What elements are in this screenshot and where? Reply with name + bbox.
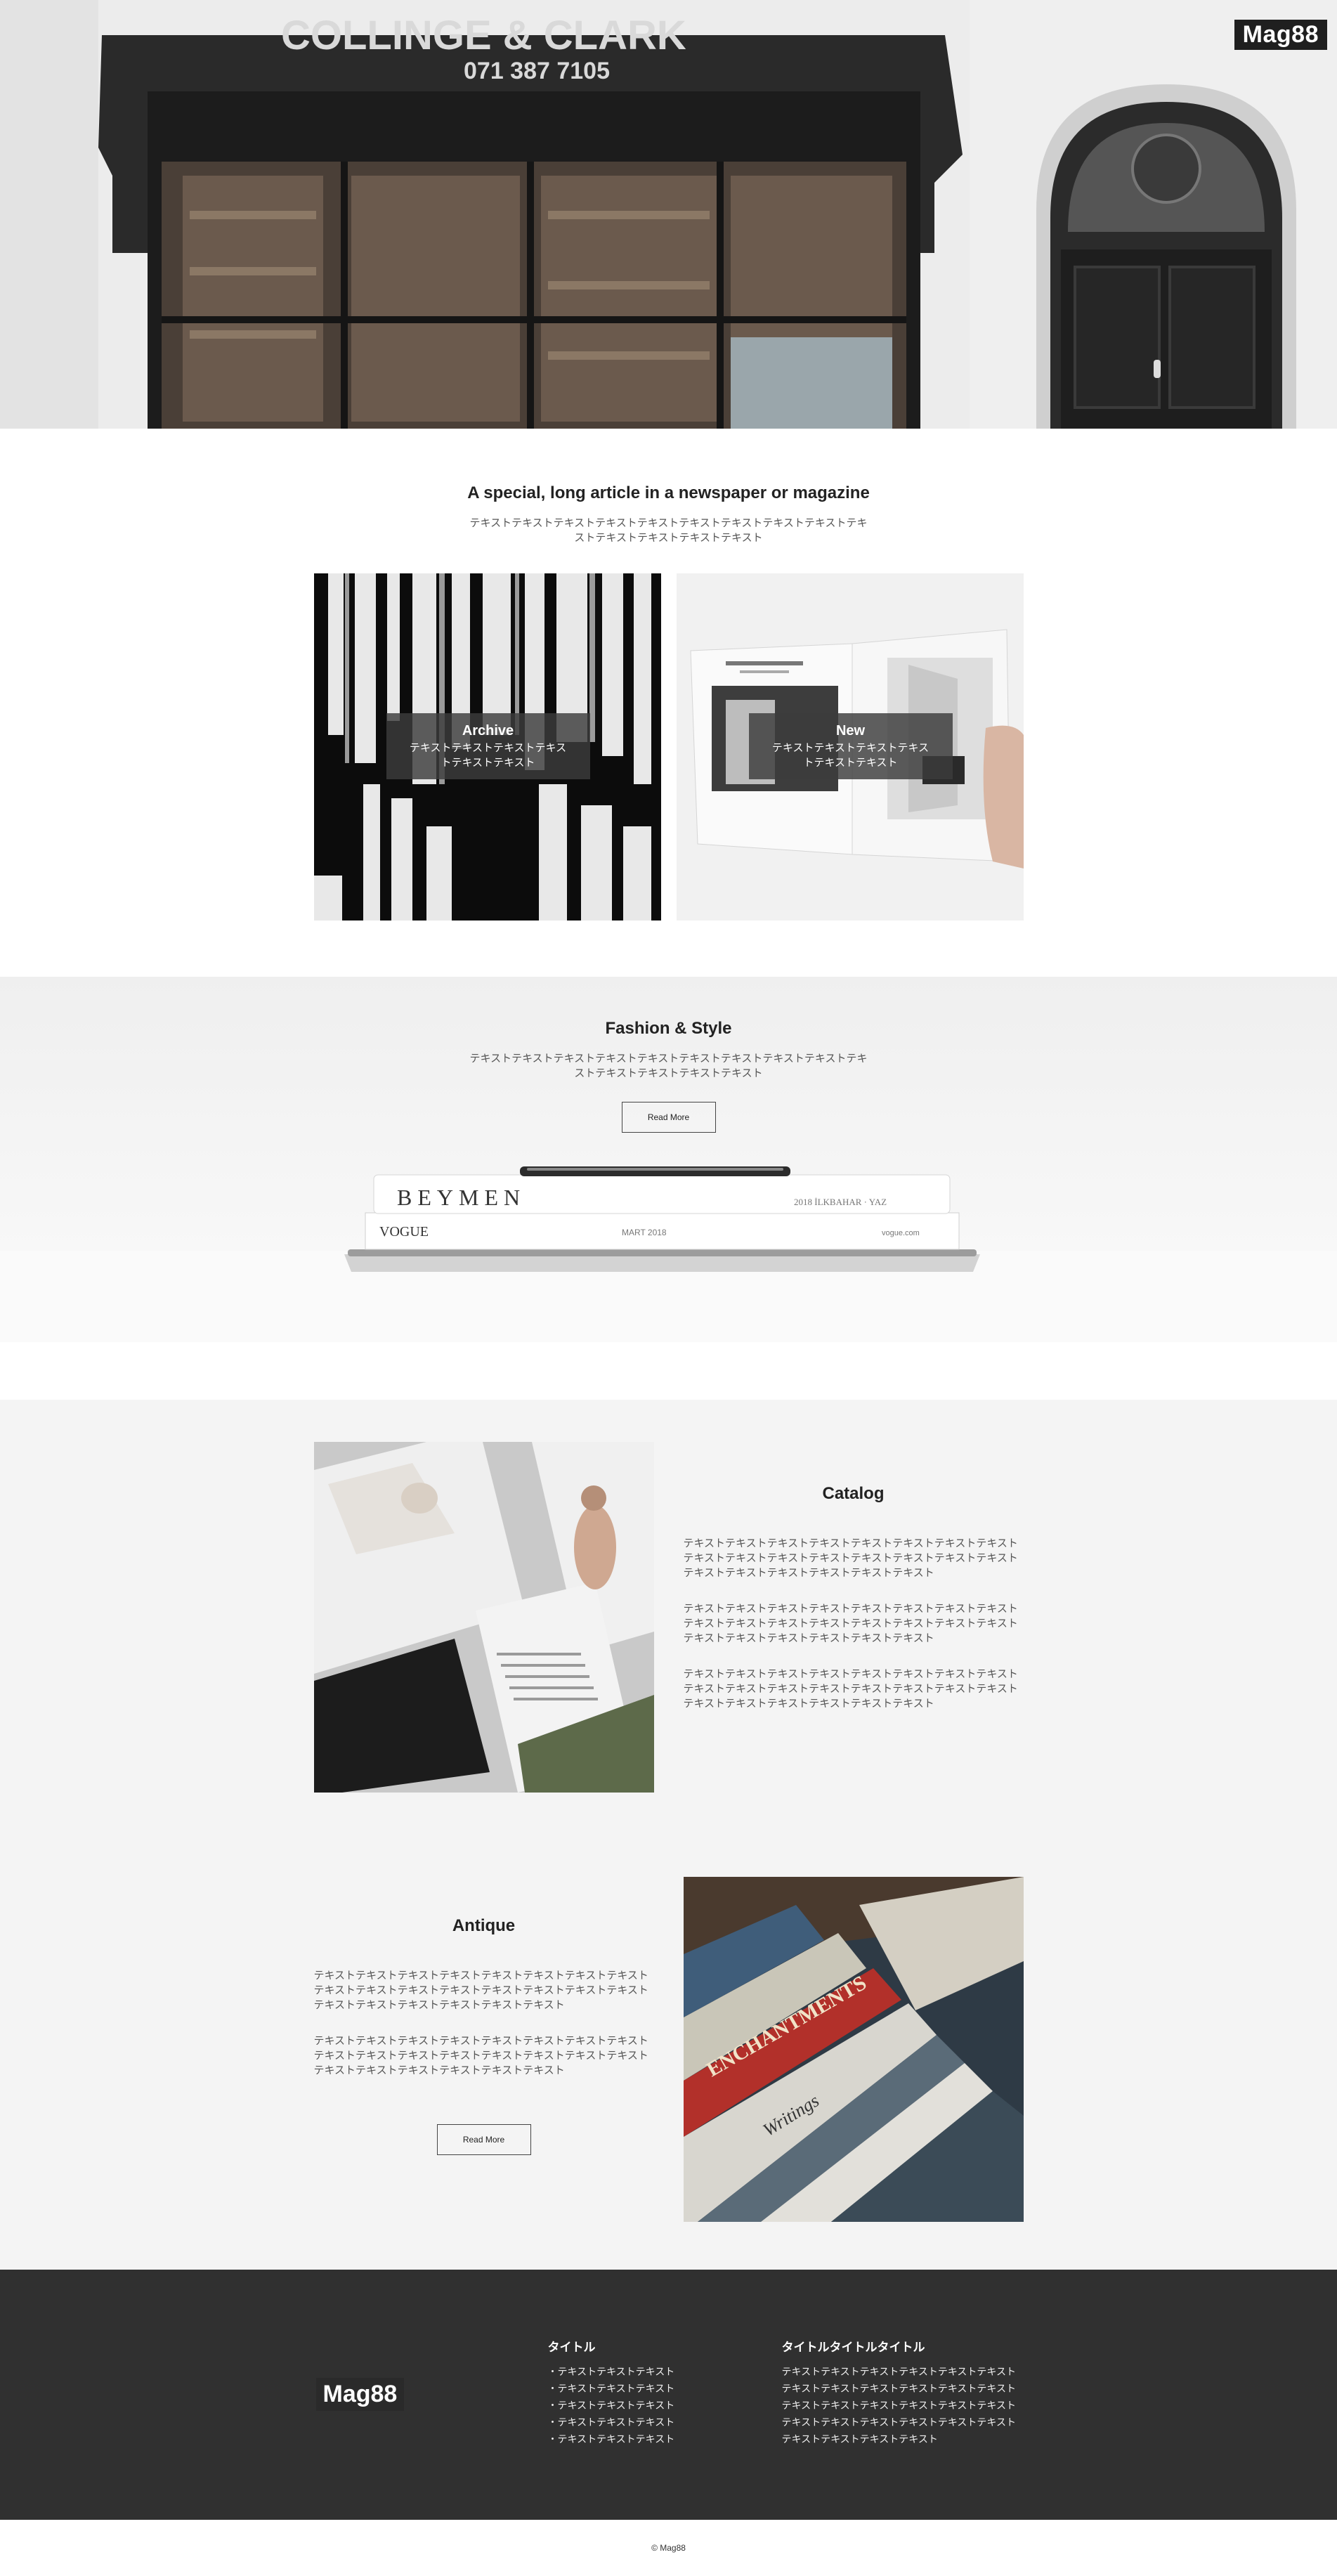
catalog-spread-image xyxy=(313,1442,654,1793)
site-logo[interactable]: Mag88 xyxy=(1234,20,1327,50)
footer-link[interactable]: ・テキストテキストテキスト xyxy=(548,2380,675,2397)
footer-link[interactable]: ・テキストテキストテキスト xyxy=(548,2414,675,2431)
footer-column-links: タイトル ・テキストテキストテキスト ・テキストテキストテキスト ・テキストテキ… xyxy=(548,2337,675,2447)
intro-title: A special, long article in a newspaper o… xyxy=(467,483,870,502)
site-footer: Mag88 タイトル ・テキストテキストテキスト ・テキストテキストテキスト ・… xyxy=(0,2270,1337,2520)
catalog-paragraph: テキストテキストテキストテキストテキストテキストテキストテキストテキストテキスト… xyxy=(683,1603,1018,1644)
intro-section: A special, long article in a newspaper o… xyxy=(0,429,1337,977)
fashion-section: VOGUE MART 2018 vogue.com BEYMEN 2018 İL… xyxy=(0,977,1337,1342)
antique-paragraph: テキストテキストテキストテキストテキストテキストテキストテキストテキストテキスト… xyxy=(313,1970,648,2011)
features-section: Catalog テキストテキストテキストテキストテキストテキストテキストテキスト… xyxy=(0,1400,1337,2270)
card-archive[interactable]: Archive テキストテキストテキストテキストテキストテキスト xyxy=(313,573,661,921)
catalog-row: Catalog テキストテキストテキストテキストテキストテキストテキストテキスト… xyxy=(313,1442,1024,1793)
card-title: Archive xyxy=(462,723,514,739)
read-more-button[interactable]: Read More xyxy=(621,1102,716,1133)
card-new[interactable]: New テキストテキストテキストテキストテキストテキスト xyxy=(676,573,1024,921)
bookshop-storefront-image: COLLINGE & CLARK 071 387 7105 xyxy=(0,0,1337,429)
fashion-content: Fashion & Style テキストテキストテキストテキストテキストテキスト… xyxy=(0,977,1337,1133)
catalog-image xyxy=(313,1442,654,1793)
catalog-paragraph: テキストテキストテキストテキストテキストテキストテキストテキストテキストテキスト… xyxy=(683,1537,1018,1579)
fashion-title: Fashion & Style xyxy=(605,1019,732,1038)
footer-link[interactable]: ・テキストテキストテキスト xyxy=(548,2431,675,2447)
card-text: テキストテキストテキストテキストテキストテキスト xyxy=(409,742,567,769)
fashion-text: テキストテキストテキストテキストテキストテキストテキストテキストテキストテキスト… xyxy=(469,1053,868,1079)
intro-text: テキストテキストテキストテキストテキストテキストテキストテキストテキストテキスト… xyxy=(469,517,868,544)
beymen-issue: 2018 İLKBAHAR · YAZ xyxy=(794,1197,887,1207)
catalog-title: Catalog xyxy=(822,1484,885,1503)
footer-column-title: タイトル xyxy=(547,2341,596,2354)
vogue-site: vogue.com xyxy=(882,1229,920,1237)
catalog-text: Catalog テキストテキストテキストテキストテキストテキストテキストテキスト… xyxy=(684,1442,1024,1793)
antique-text: Antique テキストテキストテキストテキストテキストテキストテキストテキスト… xyxy=(314,1877,654,2227)
card-title: New xyxy=(835,723,866,739)
shop-phone: 071 387 7105 xyxy=(464,58,610,84)
hero-banner: COLLINGE & CLARK 071 387 7105 Mag88 xyxy=(0,0,1337,429)
footer-link[interactable]: ・テキストテキストテキスト xyxy=(548,2397,675,2414)
card-overlay: Archive テキストテキストテキストテキストテキストテキスト xyxy=(386,713,590,779)
antique-paragraph: テキストテキストテキストテキストテキストテキストテキストテキストテキストテキスト… xyxy=(313,2035,648,2076)
footer-logo[interactable]: Mag88 xyxy=(315,2378,405,2411)
footer-column-title: タイトルタイトルタイトル xyxy=(781,2341,925,2354)
antique-row: Antique テキストテキストテキストテキストテキストテキストテキストテキスト… xyxy=(314,1877,1024,2227)
feature-cards: Archive テキストテキストテキストテキストテキストテキスト New テキス… xyxy=(313,573,1024,921)
copyright: © Mag88 xyxy=(651,2543,686,2553)
antique-image: ENCHANTMENTS Writings xyxy=(683,1877,1024,2227)
vogue-date: MART 2018 xyxy=(622,1228,667,1237)
vintage-books-image: ENCHANTMENTS Writings xyxy=(683,1877,1024,2222)
antique-title: Antique xyxy=(452,1916,516,1935)
beymen-title: BEYMEN xyxy=(397,1185,526,1210)
shop-sign: COLLINGE & CLARK xyxy=(281,13,686,58)
footer-link[interactable]: ・テキストテキストテキスト xyxy=(548,2363,675,2380)
vogue-title: VOGUE xyxy=(379,1224,429,1240)
card-text: テキストテキストテキストテキストテキストテキスト xyxy=(771,742,930,769)
footer-text: テキストテキストテキストテキストテキストテキストテキストテキストテキストテキスト… xyxy=(781,2366,1016,2445)
footer-column-text: タイトルタイトルタイトル テキストテキストテキストテキストテキストテキストテキス… xyxy=(782,2337,1021,2447)
card-overlay: New テキストテキストテキストテキストテキストテキスト xyxy=(748,713,953,779)
read-more-button[interactable]: Read More xyxy=(436,2124,531,2155)
catalog-paragraph: テキストテキストテキストテキストテキストテキストテキストテキストテキストテキスト… xyxy=(683,1668,1018,1710)
